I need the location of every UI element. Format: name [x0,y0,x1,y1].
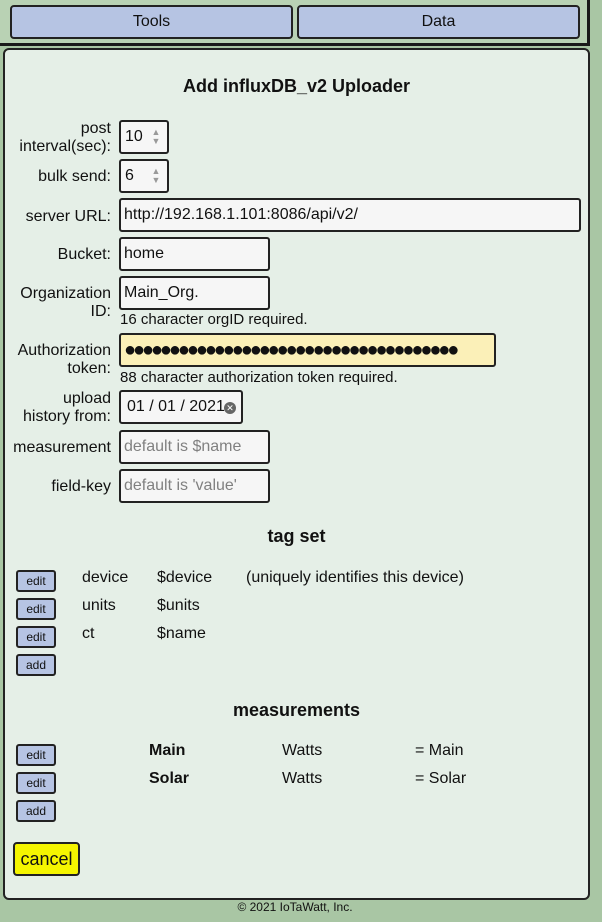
bulk-send-input[interactable]: 6 ▲ ▼ [119,159,169,193]
measurement-units: Watts [282,770,323,787]
measurement-units: Watts [282,742,323,759]
tag-key: ct [82,625,95,642]
footer-copyright: © 2021 IoTaWatt, Inc. [237,900,353,914]
measurement-input[interactable]: default is $name [119,430,270,464]
tag-edit-button[interactable]: edit [16,626,56,648]
post-interval-label: post interval(sec): [19,120,111,155]
spinner-arrows-icon[interactable]: ▲ ▼ [151,128,161,146]
upload-history-date-input[interactable]: 01 / 01 / 2021 ✕ [119,390,243,424]
org-id-label: Organization ID: [20,285,111,320]
bulk-send-label: bulk send: [38,168,111,185]
upload-history-label: upload history from: [22,390,111,425]
measurement-script: = Main [415,742,464,759]
post-interval-input[interactable]: 10 ▲ ▼ [119,120,169,154]
tag-value: $name [157,625,206,642]
server-url-input[interactable]: http://192.168.1.101:8086/api/v2/ [119,198,581,232]
auth-token-label: Authorization token: [17,342,111,377]
measurements-title: measurements [232,700,361,720]
clear-circle-icon[interactable]: ✕ [224,402,236,414]
form-title: Add influxDB_v2 Uploader [182,76,411,96]
cancel-button[interactable]: cancel [13,842,80,876]
measurement-edit-button[interactable]: edit [16,744,56,766]
spinner-arrows-icon[interactable]: ▲ ▼ [151,167,161,185]
bucket-input[interactable]: home [119,237,270,271]
measurement-edit-button[interactable]: edit [16,772,56,794]
measurement-name: Main [149,742,186,759]
bucket-label: Bucket: [57,246,111,263]
org-id-input[interactable]: Main_Org. [119,276,270,310]
tag-set-title: tag set [267,526,326,546]
tools-button[interactable]: Tools [10,5,293,39]
field-key-label: field-key [51,478,111,495]
org-id-hint: 16 character orgID required. [120,311,308,328]
server-url-label: server URL: [25,208,111,225]
tag-value: $units [157,597,200,614]
tag-value: $device [157,569,213,586]
auth-token-input[interactable]: ●●●●●●●●●●●●●●●●●●●●●●●●●●●●●●●●●●●●● [119,333,496,367]
tag-note: (uniquely identifies this device) [246,569,464,586]
data-button[interactable]: Data [297,5,580,39]
uploader-form-panel: Add influxDB_v2 Uploader post interval(s… [3,48,590,900]
measurement-label: measurement [13,439,111,456]
measurement-add-button[interactable]: add [16,800,56,822]
tag-edit-button[interactable]: edit [16,570,56,592]
field-key-input[interactable]: default is 'value' [119,469,270,503]
auth-token-hint: 88 character authorization token require… [120,369,398,386]
measurement-script: = Solar [415,770,467,787]
tag-key: device [82,569,129,586]
tag-edit-button[interactable]: edit [16,598,56,620]
tag-add-button[interactable]: add [16,654,56,676]
tag-key: units [82,597,116,614]
top-nav-bar: Tools Data [0,0,590,46]
measurement-name: Solar [149,770,190,787]
